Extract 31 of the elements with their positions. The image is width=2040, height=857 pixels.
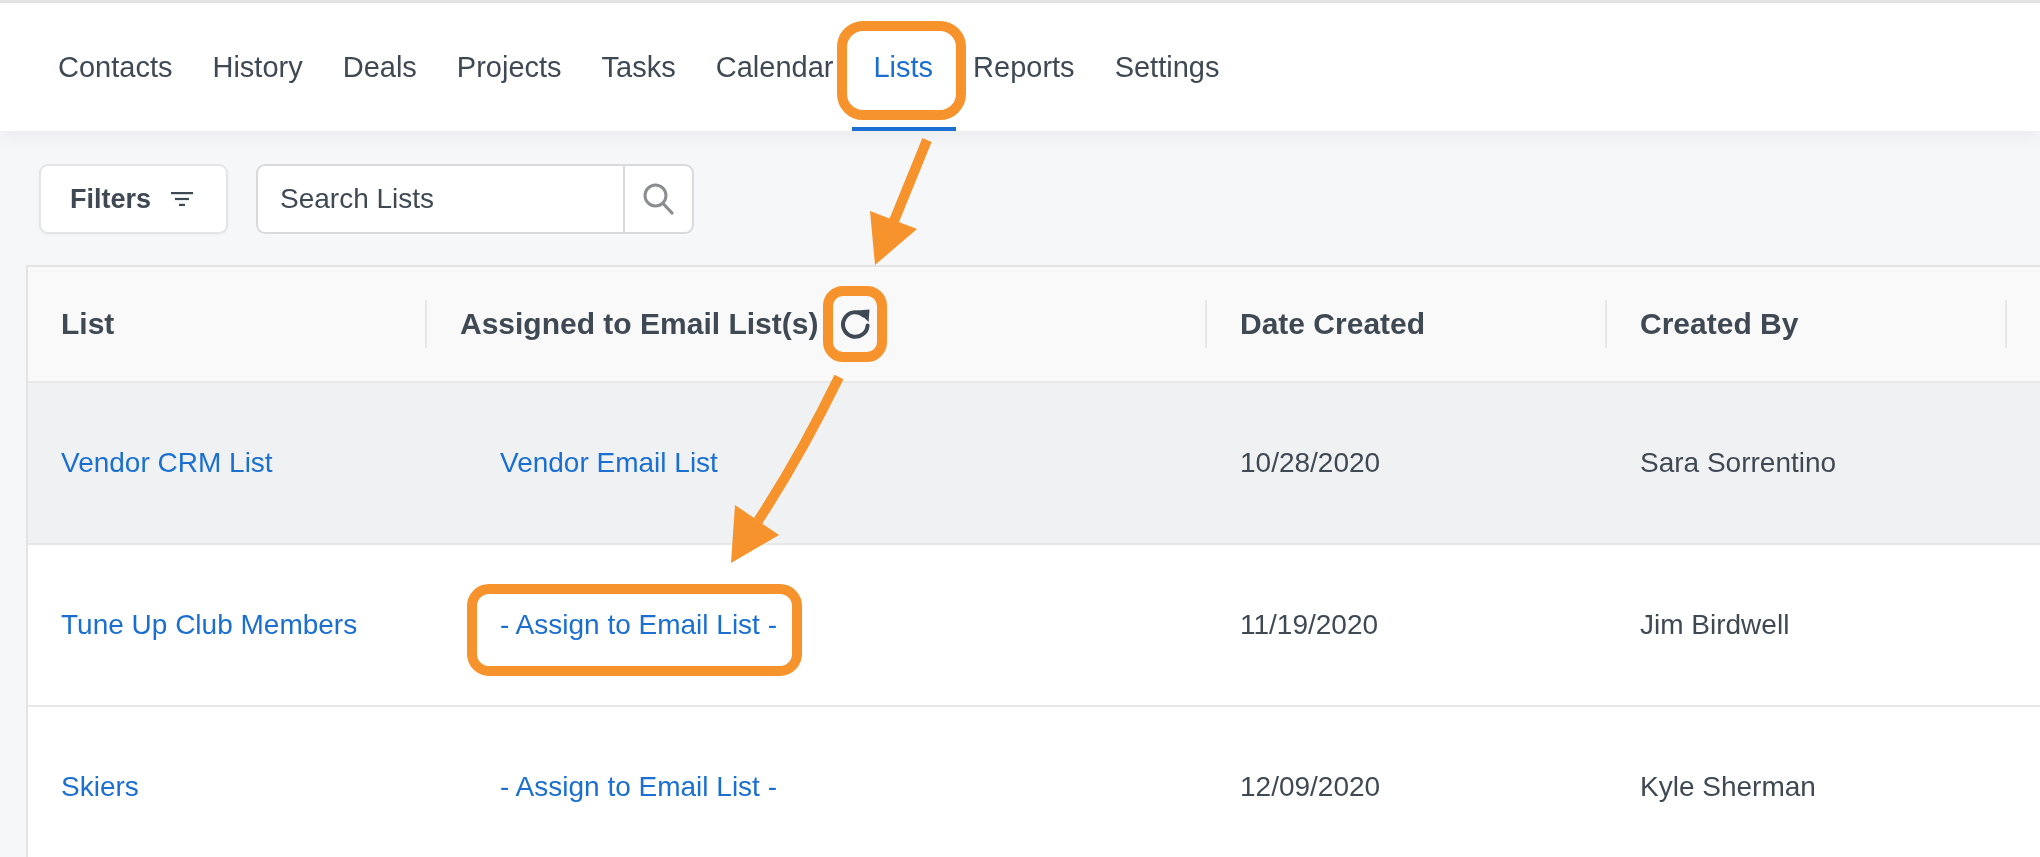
created-date: 10/28/2020 <box>1240 447 1381 479</box>
nav-tab[interactable]: Reports <box>953 3 1095 131</box>
nav-tab[interactable]: Tasks <box>581 3 696 131</box>
creator-name: Jim Birdwell <box>1640 609 1790 641</box>
email-list-link[interactable]: - Assign to Email List - <box>500 771 777 803</box>
nav-tab[interactable]: Contacts <box>38 3 193 131</box>
email-list-link[interactable]: - Assign to Email List - <box>500 609 777 641</box>
list-link[interactable]: Skiers <box>61 771 139 803</box>
column-header: Created By <box>1640 307 1799 341</box>
nav-tab[interactable]: Settings <box>1094 3 1240 131</box>
column-header: Date Created <box>1240 307 1426 341</box>
created-date: 11/19/2020 <box>1240 609 1379 641</box>
search-icon <box>643 183 674 215</box>
creator-name: Kyle Sherman <box>1640 771 1816 803</box>
nav-tab[interactable]: Deals <box>322 3 437 131</box>
nav-tab[interactable]: Lists <box>853 3 954 131</box>
filters-button[interactable]: Filters <box>39 164 228 234</box>
column-header: List <box>61 307 115 341</box>
list-link[interactable]: Vendor CRM List <box>61 447 273 479</box>
column-header: Assigned to Email List(s) <box>460 307 819 341</box>
nav-tab[interactable]: Projects <box>436 3 582 131</box>
list-link[interactable]: Tune Up Club Members <box>61 609 358 641</box>
search-field[interactable]: Search Lists <box>256 164 623 234</box>
search-button[interactable] <box>623 164 694 234</box>
nav-tab[interactable]: History <box>192 3 323 131</box>
email-list-link[interactable]: Vendor Email List <box>500 447 718 479</box>
refresh-icon[interactable] <box>838 307 873 341</box>
created-date: 12/09/2020 <box>1240 771 1381 803</box>
creator-name: Sara Sorrentino <box>1640 447 1837 479</box>
nav-tab[interactable]: Calendar <box>695 3 854 131</box>
filter-icon <box>171 192 194 206</box>
